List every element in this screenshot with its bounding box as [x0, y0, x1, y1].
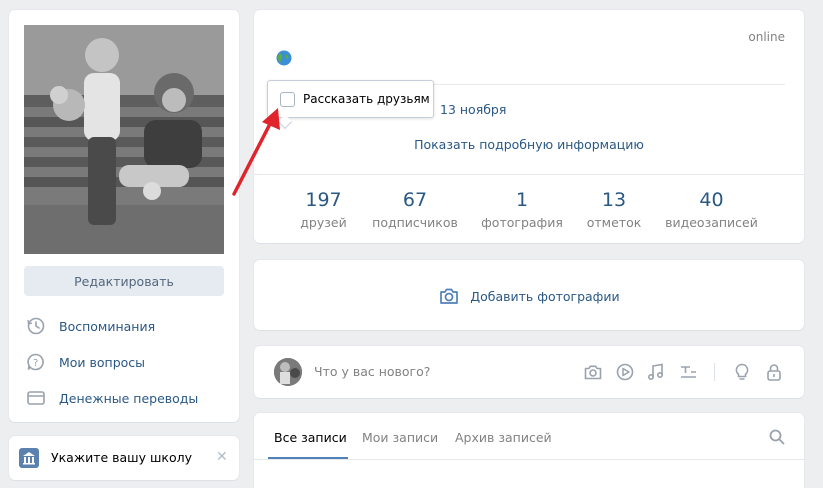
search-icon[interactable] [768, 428, 786, 446]
school-prompt-card[interactable]: Укажите вашу школу ✕ [9, 436, 239, 480]
counter-value: 40 [699, 189, 724, 211]
menu-item-money-transfers[interactable]: Денежные переводы [26, 384, 226, 412]
camera-icon [440, 288, 459, 304]
counter-photos[interactable]: 1 фотография [476, 188, 568, 230]
counter-value: 1 [515, 189, 529, 211]
profile-avatar[interactable] [24, 25, 224, 254]
share-checkbox-label[interactable]: Рассказать друзьям [303, 92, 430, 106]
add-photos-button[interactable]: Добавить фотографии [254, 285, 804, 307]
divider [254, 459, 804, 460]
divider [714, 363, 715, 381]
counter-tags[interactable]: 13 отметок [570, 188, 658, 230]
tab-all-posts[interactable]: Все записи [274, 430, 347, 445]
post-composer: Что у вас нового? [254, 346, 804, 398]
idea-icon[interactable] [732, 362, 752, 382]
menu-item-label: Денежные переводы [59, 390, 199, 406]
profile-date[interactable]: 13 ноября [440, 102, 506, 117]
tab-my-posts[interactable]: Мои записи [362, 430, 438, 445]
history-icon [27, 317, 45, 335]
edit-profile-button[interactable]: Редактировать [24, 266, 224, 296]
video-icon[interactable] [615, 362, 635, 382]
wall-feed: Все записи Мои записи Архив записей [254, 413, 804, 488]
svg-text:?: ? [33, 358, 38, 369]
music-icon[interactable] [646, 362, 666, 382]
menu-item-questions[interactable]: ? Мои вопросы [26, 348, 226, 376]
new-post-input[interactable]: Что у вас нового? [314, 364, 430, 379]
counter-followers[interactable]: 67 подписчиков [369, 188, 461, 230]
counter-label: видеозаписей [665, 215, 758, 230]
annotation-arrow [232, 108, 280, 196]
question-icon: ? [27, 353, 44, 371]
counter-friends[interactable]: 197 друзей [276, 188, 371, 230]
lock-icon[interactable] [764, 362, 784, 382]
online-status: online [748, 30, 785, 44]
school-icon [19, 448, 39, 468]
show-more-info-link[interactable]: Показать подробную информацию [254, 137, 804, 152]
counter-value: 197 [305, 189, 342, 211]
add-photos-card: Добавить фотографии [254, 260, 804, 330]
profile-side-card: Редактировать Воспоминания ? Мои вопросы… [9, 10, 239, 422]
menu-item-label: Мои вопросы [59, 354, 146, 370]
avatar [274, 358, 302, 386]
counter-value: 13 [601, 189, 627, 211]
add-photos-label: Добавить фотографии [470, 288, 620, 304]
school-prompt-text: Укажите вашу школу [51, 450, 193, 465]
counter-value: 67 [402, 189, 428, 211]
menu-item-label: Воспоминания [59, 318, 156, 334]
tab-archive[interactable]: Архив записей [455, 430, 552, 445]
counter-label: подписчиков [372, 215, 458, 230]
share-with-friends-popup: Рассказать друзьям [267, 80, 434, 130]
counter-label: отметок [586, 215, 642, 230]
camera-icon[interactable] [583, 362, 603, 382]
close-icon[interactable]: ✕ [216, 449, 228, 465]
globe-icon [276, 50, 292, 66]
counter-label: фотография [481, 215, 563, 230]
counter-videos[interactable]: 40 видеозаписей [664, 188, 759, 230]
profile-info-card: online 13 ноября Показать подробную инфо… [254, 10, 804, 243]
wallet-icon [27, 391, 45, 405]
counter-label: друзей [300, 215, 347, 230]
article-icon[interactable] [678, 362, 698, 382]
divider [254, 174, 804, 175]
menu-item-memories[interactable]: Воспоминания [26, 312, 226, 340]
